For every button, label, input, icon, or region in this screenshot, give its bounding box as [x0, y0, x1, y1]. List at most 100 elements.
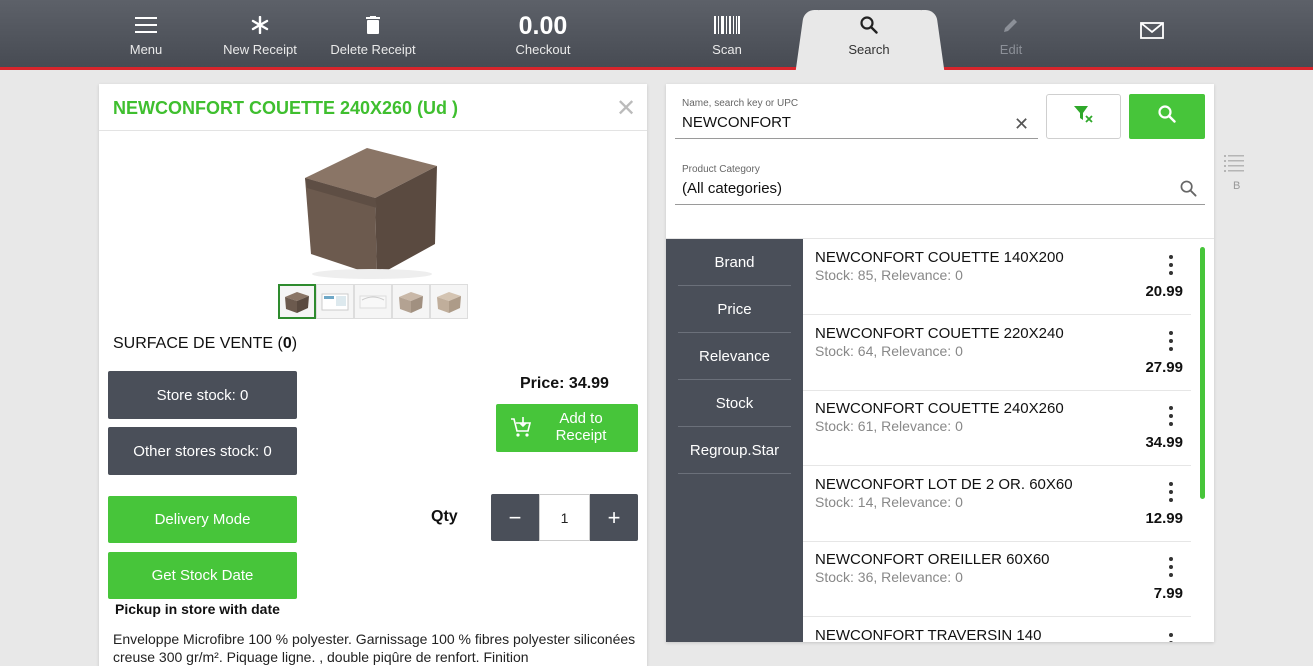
more-options-icon[interactable] — [1166, 633, 1176, 642]
product-detail-panel: NEWCONFORT COUETTE 240X260 (Ud ) ✕ SURFA… — [99, 84, 647, 666]
results-list: NEWCONFORT COUETTE 140X200 Stock: 85, Re… — [803, 239, 1214, 642]
pencil-icon — [981, 16, 1041, 40]
result-row[interactable]: NEWCONFORT OREILLER 60X60 Stock: 36, Rel… — [803, 541, 1191, 617]
barcode-icon — [697, 16, 757, 40]
delivery-mode-button[interactable]: Delivery Mode — [108, 496, 297, 543]
sort-stock[interactable]: Stock — [678, 380, 791, 427]
scan-label: Scan — [712, 42, 742, 57]
product-description: Enveloppe Microfibre 100 % polyester. Ga… — [113, 631, 636, 665]
product-price: Price: 34.99 — [520, 375, 609, 392]
qty-decrement-button[interactable]: − — [491, 494, 539, 541]
store-stock-label: Store stock: 0 — [156, 386, 249, 404]
result-name: NEWCONFORT OREILLER 60X60 — [815, 551, 1050, 568]
add-to-receipt-button[interactable]: Add to Receipt — [496, 404, 638, 452]
result-name: NEWCONFORT COUETTE 140X200 — [815, 249, 1064, 266]
delivery-mode-label: Delivery Mode — [154, 511, 251, 528]
location-label: SURFACE DE VENTE ( — [113, 335, 283, 352]
store-stock-button[interactable]: Store stock: 0 — [108, 371, 297, 419]
delete-receipt-button[interactable]: Delete Receipt — [323, 0, 423, 67]
checkout-button[interactable]: 0.00 Checkout — [498, 0, 588, 67]
more-options-icon[interactable] — [1166, 406, 1176, 426]
result-row[interactable]: NEWCONFORT COUETTE 240X260 Stock: 61, Re… — [803, 390, 1191, 466]
sort-regroup-star[interactable]: Regroup.Star — [678, 427, 791, 474]
result-row[interactable]: NEWCONFORT COUETTE 140X200 Stock: 85, Re… — [803, 239, 1191, 315]
thumbnail-2[interactable] — [316, 284, 354, 319]
search-submit-button[interactable] — [1129, 94, 1205, 139]
search-label: Search — [848, 42, 890, 57]
scan-button[interactable]: Scan — [697, 0, 757, 67]
qty-input[interactable]: 1 — [539, 494, 590, 541]
category-underline — [675, 204, 1205, 205]
more-options-icon[interactable] — [1166, 557, 1176, 577]
mail-icon — [1127, 22, 1177, 46]
delete-receipt-label: Delete Receipt — [330, 42, 416, 57]
mail-button[interactable] — [1127, 0, 1177, 67]
title-divider — [99, 130, 647, 131]
result-row[interactable]: NEWCONFORT LOT DE 2 OR. 60X60 Stock: 14,… — [803, 466, 1191, 542]
result-price: 12.99 — [1145, 510, 1183, 527]
product-title: NEWCONFORT COUETTE 240X260 (Ud ) — [113, 98, 459, 118]
quantity-stepper: − 1 + — [491, 494, 638, 541]
thumbnail-4[interactable] — [392, 284, 430, 319]
other-stores-stock-button[interactable]: Other stores stock: 0 — [108, 427, 297, 475]
search-input[interactable]: NEWCONFORT — [682, 114, 791, 131]
checkout-label: Checkout — [515, 42, 571, 57]
close-icon[interactable]: ✕ — [616, 94, 636, 123]
result-row[interactable]: NEWCONFORT COUETTE 220X240 Stock: 64, Re… — [803, 315, 1191, 391]
checkout-amount: 0.00 — [518, 12, 568, 40]
sort-price[interactable]: Price — [678, 286, 791, 333]
result-name: NEWCONFORT COUETTE 240X260 — [815, 400, 1064, 417]
top-toolbar: Menu New Receipt Delete Receipt 0.00 Che… — [0, 0, 1313, 70]
trash-icon — [323, 16, 423, 40]
category-select[interactable]: (All categories) — [682, 180, 782, 197]
search-tab-button[interactable]: Search — [834, 0, 904, 67]
result-meta: Stock: 85, Relevance: 0 — [815, 267, 963, 283]
result-meta: Stock: 64, Relevance: 0 — [815, 343, 963, 359]
search-field-label: Name, search key or UPC — [682, 98, 799, 109]
qty-increment-button[interactable]: + — [590, 494, 638, 541]
sort-options-column: Brand Price Relevance Stock Regroup.Star — [666, 239, 803, 642]
get-stock-date-button[interactable]: Get Stock Date — [108, 552, 297, 599]
clear-filter-button[interactable] — [1046, 94, 1121, 139]
thumbnail-3[interactable] — [354, 284, 392, 319]
product-image — [297, 136, 447, 281]
category-field-label: Product Category — [682, 164, 760, 175]
list-view-icon[interactable] — [1224, 154, 1244, 177]
qty-label: Qty — [431, 508, 458, 525]
more-options-icon[interactable] — [1166, 482, 1176, 502]
get-stock-date-label: Get Stock Date — [151, 567, 254, 584]
cart-add-icon — [510, 416, 532, 442]
menu-label: Menu — [129, 42, 163, 57]
clear-search-icon[interactable]: ✕ — [1014, 114, 1029, 135]
result-name: NEWCONFORT TRAVERSIN 140 — [815, 627, 1042, 642]
result-meta: Stock: 61, Relevance: 0 — [815, 418, 963, 434]
add-to-receipt-label: Add to Receipt — [555, 410, 607, 444]
side-letter: B — [1233, 180, 1241, 192]
result-price: 27.99 — [1145, 359, 1183, 376]
result-row[interactable]: NEWCONFORT TRAVERSIN 140 — [803, 617, 1191, 642]
thumbnail-1[interactable] — [278, 284, 316, 319]
result-price: 7.99 — [1153, 585, 1183, 602]
more-options-icon[interactable] — [1166, 331, 1176, 351]
edit-button[interactable]: Edit — [981, 0, 1041, 67]
result-name: NEWCONFORT COUETTE 220X240 — [815, 325, 1064, 342]
new-receipt-button[interactable]: New Receipt — [215, 0, 305, 67]
sort-brand[interactable]: Brand — [678, 239, 791, 286]
sales-location: SURFACE DE VENTE (0) — [113, 335, 297, 353]
filter-clear-icon — [1073, 104, 1095, 129]
more-options-icon[interactable] — [1166, 255, 1176, 275]
result-meta: Stock: 14, Relevance: 0 — [815, 494, 963, 510]
search-icon — [834, 16, 904, 40]
sort-relevance[interactable]: Relevance — [678, 333, 791, 380]
other-stores-stock-label: Other stores stock: 0 — [133, 442, 272, 460]
thumbnail-5[interactable] — [430, 284, 468, 319]
result-meta: Stock: 36, Relevance: 0 — [815, 569, 963, 585]
location-close: ) — [291, 335, 298, 352]
result-name: NEWCONFORT LOT DE 2 OR. 60X60 — [815, 476, 1073, 493]
menu-button[interactable]: Menu — [116, 0, 176, 67]
search-input-underline — [675, 138, 1038, 139]
results-scrollbar[interactable] — [1200, 247, 1205, 499]
image-thumbnails — [278, 284, 468, 319]
category-search-icon[interactable] — [1180, 180, 1197, 202]
new-receipt-label: New Receipt — [223, 42, 297, 57]
